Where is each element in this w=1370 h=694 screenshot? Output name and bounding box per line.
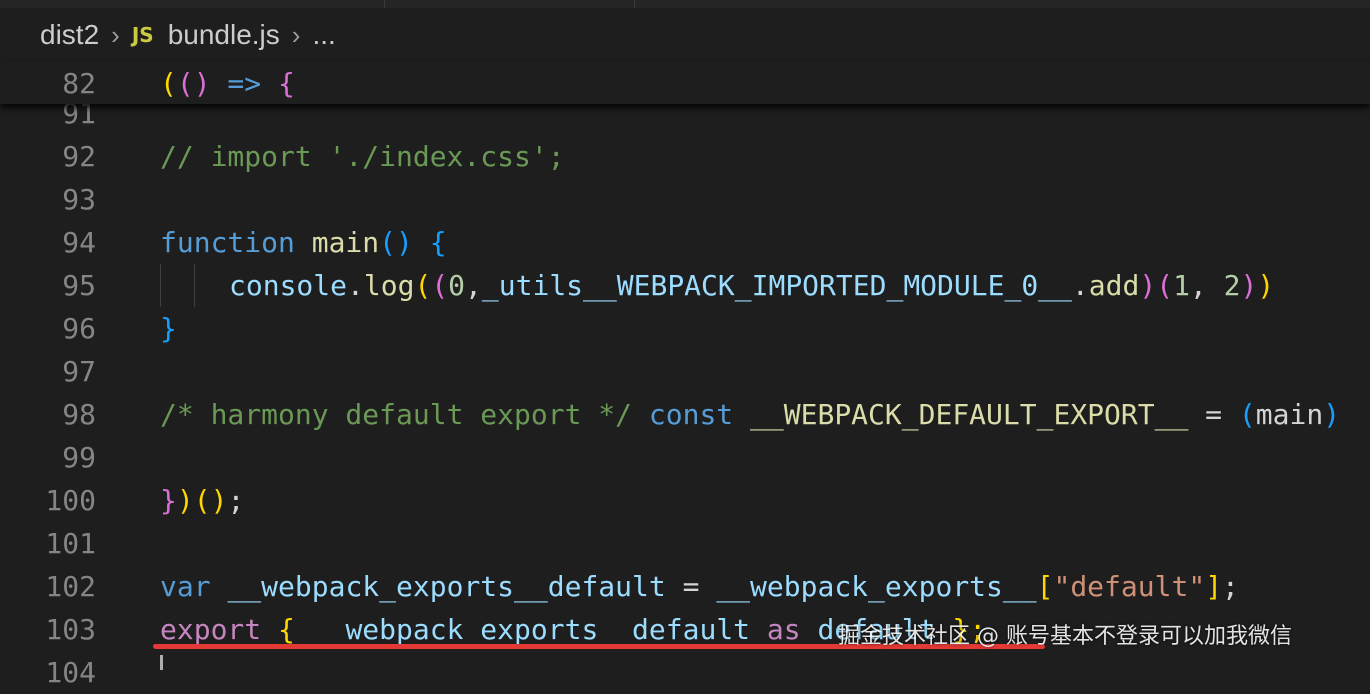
- code-line[interactable]: 104: [0, 651, 1370, 694]
- code-line[interactable]: 102 var __webpack_exports__default = __w…: [0, 565, 1370, 608]
- default-export-const: /* harmony default export */ const __WEB…: [160, 398, 1341, 431]
- code-line[interactable]: 98 /* harmony default export */ const __…: [0, 393, 1370, 436]
- console-log-call: console.log((0,_utils__WEBPACK_IMPORTED_…: [229, 269, 1275, 302]
- code-line[interactable]: 101: [0, 522, 1370, 565]
- code-line[interactable]: 99: [0, 436, 1370, 479]
- line-number: 98: [62, 398, 96, 431]
- indent-guide: [160, 264, 161, 307]
- line-number: 104: [45, 656, 96, 689]
- code-line[interactable]: 96 }: [0, 307, 1370, 350]
- line-number: 97: [62, 355, 96, 388]
- code-line[interactable]: 94 function main() {: [0, 221, 1370, 264]
- line-number: 82: [62, 67, 96, 100]
- code-line[interactable]: 100 })();: [0, 479, 1370, 522]
- indent-guide: [194, 264, 195, 307]
- sticky-scroll-header[interactable]: 82 (() => {: [0, 62, 1370, 104]
- iife-close: })();: [160, 484, 245, 517]
- line-number: 103: [45, 613, 96, 646]
- var-declaration: var __webpack_exports__default = __webpa…: [160, 570, 1239, 603]
- line-number: 92: [62, 140, 96, 173]
- line-number: 94: [62, 226, 96, 259]
- function-declaration: function main() {: [160, 226, 447, 259]
- line-number: 100: [45, 484, 96, 517]
- code-line[interactable]: 97: [0, 350, 1370, 393]
- line-number: 99: [62, 441, 96, 474]
- line-number: 101: [45, 527, 96, 560]
- text-cursor: [160, 655, 163, 670]
- watermark: 掘金技术社区 @ 账号基本不登录可以加我微信: [838, 624, 1292, 649]
- line-number: 95: [62, 269, 96, 302]
- sticky-code: (() => {: [160, 67, 295, 100]
- line-number: 96: [62, 312, 96, 345]
- code-line[interactable]: 92 // import './index.css';: [0, 135, 1370, 178]
- code-line[interactable]: 95 console.log((0,_utils__WEBPACK_IMPORT…: [0, 264, 1370, 307]
- line-number: 102: [45, 570, 96, 603]
- code-line[interactable]: 93: [0, 178, 1370, 221]
- closing-brace: }: [160, 312, 177, 345]
- comment: // import './index.css';: [160, 140, 565, 173]
- line-number: 93: [62, 183, 96, 216]
